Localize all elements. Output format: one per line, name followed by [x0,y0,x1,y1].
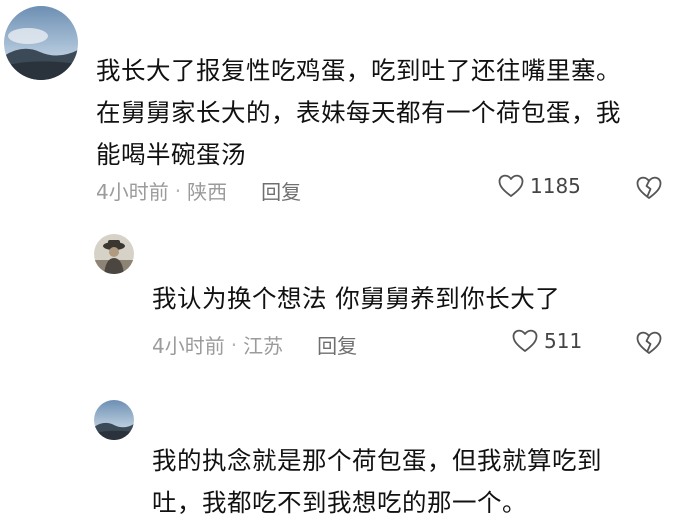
comment-meta: 4小时前 · 陕西 回复 [96,176,301,205]
comment-line: 能喝半碗蛋汤 [96,140,246,169]
comment-line: 我长大了报复性吃鸡蛋，吃到吐了还往嘴里塞。 [96,56,621,85]
avatar-landscape-image [94,400,134,440]
avatar[interactable] [94,400,134,440]
avatar[interactable] [4,6,78,80]
comment-location: 陕西 [187,180,228,204]
avatar[interactable] [94,234,134,274]
comment-line: 我认为换个想法 你舅舅养到你长大了 [152,284,561,313]
heart-outline-icon [512,329,538,352]
broken-heart-icon [636,331,662,354]
comment-time: 4小时前 [152,334,225,358]
reply-button[interactable]: 回复 [317,330,357,359]
meta-separator: · [230,332,238,357]
like-count: 511 [544,329,583,353]
comment-line: 我的执念就是那个荷包蛋，但我就算吃到 [152,446,602,475]
avatar-person-image [94,234,134,274]
broken-heart-icon [636,176,662,199]
heart-outline-icon [498,174,524,197]
comment-line: 吐，我都吃不到我想吃的那一个。 [152,488,527,517]
meta-separator: · [174,178,182,203]
comment-text: 我长大了报复性吃鸡蛋，吃到吐了还往嘴里塞。 在舅舅家长大的，表妹每天都有一个荷包… [96,50,621,176]
comment-text: 我认为换个想法 你舅舅养到你长大了 [152,278,560,320]
comment-text: 我的执念就是那个荷包蛋，但我就算吃到 吐，我都吃不到我想吃的那一个。 [152,440,602,524]
avatar-landscape-image [4,6,78,80]
like-button[interactable]: 1185 [498,174,581,198]
comment-time: 4小时前 [96,180,169,204]
like-button[interactable]: 511 [512,329,582,353]
comment-location: 江苏 [243,334,284,358]
comment-meta: 4小时前 · 江苏 回复 [152,330,357,359]
dislike-button[interactable] [636,176,662,200]
dislike-button[interactable] [636,331,662,355]
reply-button[interactable]: 回复 [261,176,301,205]
comment-line: 在舅舅家长大的，表妹每天都有一个荷包蛋，我 [96,98,621,127]
like-count: 1185 [530,174,581,198]
